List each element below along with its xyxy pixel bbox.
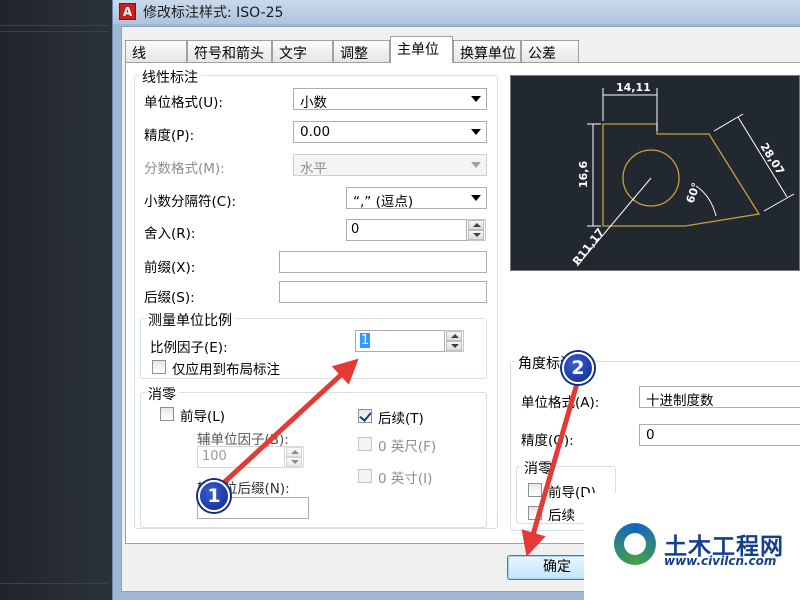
tab-symbols-arrows[interactable]: 符号和箭头 bbox=[187, 40, 272, 62]
fraction-format-label: 分数格式(M): bbox=[144, 161, 225, 177]
prefix-label: 前缀(X): bbox=[144, 260, 196, 276]
angular-precision-select[interactable]: 0 bbox=[639, 424, 800, 446]
tab-lines[interactable]: 线 bbox=[125, 40, 187, 62]
sub-unit-factor-label: 辅单位因子(B): bbox=[197, 432, 289, 448]
unit-format-select[interactable]: 小数 bbox=[293, 88, 487, 111]
watermark-url: www.civilcn.com bbox=[664, 554, 777, 568]
angular-unit-format-select[interactable]: 十进制度数 bbox=[639, 386, 800, 409]
spin-down-icon[interactable] bbox=[446, 341, 462, 351]
preview-dim-angle: 60° bbox=[684, 181, 703, 205]
chevron-down-icon bbox=[471, 96, 481, 102]
tab-primary-units[interactable]: 主单位 bbox=[390, 36, 453, 63]
zero-suppression-title: 消零 bbox=[145, 384, 179, 404]
scale-factor-input[interactable]: 1 bbox=[355, 330, 445, 352]
decimal-separator-select[interactable]: “,” (逗点) bbox=[346, 187, 487, 210]
round-off-label: 舍入(R): bbox=[144, 226, 196, 242]
chevron-down-icon bbox=[471, 129, 481, 135]
angular-trailing-label: 后续 bbox=[548, 508, 575, 524]
trailing-zero-label: 后续(T) bbox=[378, 411, 424, 427]
apply-layout-label: 仅应用到布局标注 bbox=[172, 362, 280, 378]
leading-zero-checkbox[interactable] bbox=[160, 407, 174, 421]
background-app-area bbox=[0, 0, 112, 600]
measurement-scale-title: 测量单位比例 bbox=[145, 310, 235, 330]
precision-select[interactable]: 0.00 bbox=[293, 121, 487, 143]
scale-factor-spinner[interactable] bbox=[445, 330, 464, 352]
spin-down-icon[interactable] bbox=[468, 230, 484, 240]
trailing-zero-checkbox[interactable] bbox=[358, 409, 372, 423]
fraction-format-select: 水平 bbox=[293, 154, 487, 177]
dimension-preview: 14,11 16,6 28,07 60° R11,17 bbox=[510, 75, 800, 271]
suffix-input[interactable] bbox=[279, 281, 487, 303]
spin-down-icon bbox=[286, 457, 302, 467]
leading-zero-label: 前导(L) bbox=[180, 409, 226, 425]
angular-zero-title: 消零 bbox=[521, 458, 555, 478]
preview-dim-right: 28,07 bbox=[757, 141, 786, 177]
preview-dim-left: 16,6 bbox=[577, 161, 590, 188]
angular-precision-label: 精度(O): bbox=[521, 433, 574, 449]
tab-alternate-units[interactable]: 换算单位 bbox=[453, 40, 521, 62]
preview-dim-top: 14,11 bbox=[616, 81, 651, 94]
angular-trailing-checkbox[interactable] bbox=[528, 506, 542, 520]
unit-format-label: 单位格式(U): bbox=[144, 95, 223, 111]
prefix-input[interactable] bbox=[279, 251, 487, 273]
feet-checkbox bbox=[358, 437, 372, 451]
preview-drawing: 14,11 16,6 28,07 60° R11,17 bbox=[570, 81, 795, 268]
window-title: 修改标注样式: ISO-25 bbox=[143, 5, 284, 21]
scale-factor-label: 比例因子(E): bbox=[150, 340, 228, 356]
apply-layout-checkbox[interactable] bbox=[152, 360, 166, 374]
preview-dim-radius: R11,17 bbox=[570, 226, 607, 268]
tab-tolerances[interactable]: 公差 bbox=[521, 40, 579, 62]
linear-group-title: 线性标注 bbox=[139, 67, 201, 87]
spin-up-icon[interactable] bbox=[446, 331, 462, 341]
round-off-spinner[interactable] bbox=[467, 219, 486, 241]
tab-fit[interactable]: 调整 bbox=[333, 40, 390, 62]
spin-up-icon[interactable] bbox=[468, 220, 484, 230]
inches-checkbox bbox=[358, 469, 372, 483]
chevron-down-icon bbox=[471, 162, 481, 168]
callout-badge-one: 1 bbox=[198, 480, 230, 512]
chevron-down-icon bbox=[471, 195, 481, 201]
logo-icon bbox=[614, 523, 656, 565]
spin-up-icon bbox=[286, 447, 302, 457]
callout-badge-two: 2 bbox=[562, 352, 594, 384]
watermark-logo: 土木工程网 www.civilcn.com bbox=[584, 493, 800, 600]
precision-label: 精度(P): bbox=[144, 128, 195, 144]
preview-part-outline bbox=[602, 123, 761, 227]
angular-unit-format-label: 单位格式(A): bbox=[521, 395, 600, 411]
tab-text[interactable]: 文字 bbox=[272, 40, 333, 62]
sub-unit-factor-spinner bbox=[285, 446, 304, 468]
round-off-input[interactable]: 0 bbox=[346, 219, 467, 241]
decimal-separator-label: 小数分隔符(C): bbox=[144, 194, 237, 210]
title-bar[interactable]: A 修改标注样式: ISO-25 bbox=[113, 0, 800, 24]
suffix-label: 后缀(S): bbox=[144, 290, 195, 306]
feet-label: 0 英尺(F) bbox=[378, 439, 437, 455]
sub-unit-factor-input: 100 bbox=[197, 446, 285, 468]
inches-label: 0 英寸(I) bbox=[378, 471, 433, 487]
autocad-app-icon: A bbox=[119, 3, 136, 20]
angular-leading-checkbox[interactable] bbox=[528, 483, 542, 497]
